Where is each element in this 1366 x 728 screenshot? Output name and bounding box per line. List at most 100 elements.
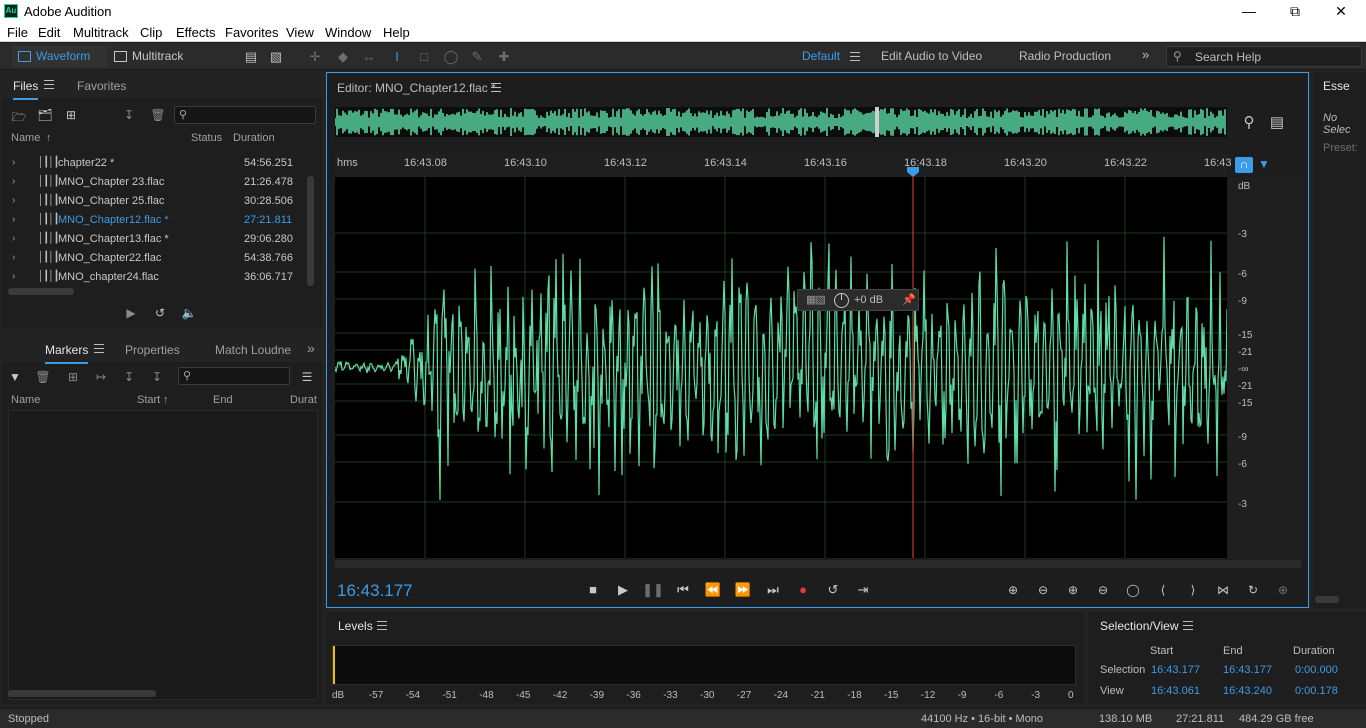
pause-button[interactable]: ❚❚ [642,581,664,599]
more-workspaces-icon[interactable]: » [1142,47,1149,62]
pin-icon[interactable]: ▼ [1257,157,1271,171]
tab-match-loudness[interactable]: Match Loudne [215,343,291,357]
playhead-handle[interactable] [907,167,919,177]
column-name[interactable]: Name [11,132,40,144]
selection-duration[interactable]: 0:00.000 [1295,664,1338,676]
file-row[interactable]: › │┃│┃ MNO_Chapter13.flac * 29:06.280 [6,230,306,249]
view-duration[interactable]: 0:00.178 [1295,685,1338,697]
tab-markers[interactable]: Markers [45,343,89,364]
markers-horizontal-scrollbar[interactable] [8,690,156,697]
workspace-default[interactable]: Default [802,49,840,63]
time-selection-tool-icon[interactable]: I [388,48,406,66]
file-row[interactable]: › │┃│┃ MNO_Chapter12.flac * 27:21.811 [6,211,306,230]
waveform-view-button[interactable]: Waveform [12,46,107,67]
waveform-overview[interactable] [334,107,1227,137]
zoom-to-out-point-icon[interactable]: ⟩ [1182,581,1204,599]
zoom-out-full-icon[interactable]: ◯ [1122,581,1144,599]
spectral-frequency-icon[interactable]: ▤ [242,48,260,66]
search-help-box[interactable]: ⚲ [1166,46,1362,67]
restore-button[interactable]: ⧉ [1272,0,1318,22]
insert-into-multitrack-icon[interactable]: ↧ [120,108,138,122]
menu-window[interactable]: Window [325,25,371,40]
spot-healing-icon[interactable]: ✚ [495,48,513,66]
search-help-input[interactable] [1195,49,1355,65]
current-time-display[interactable]: 16:43.177 [337,581,413,601]
zoom-out-amplitude-icon[interactable]: ⊖ [1032,581,1054,599]
files-horizontal-scrollbar[interactable] [8,288,74,295]
minimize-button[interactable]: — [1226,0,1272,22]
time-ruler[interactable]: hms 16:43.08 16:43.10 16:43.12 16:43.14 … [335,153,1232,177]
batch-process-icon[interactable]: ↧ [148,370,166,384]
column-duration[interactable]: Duration [233,132,275,144]
multitrack-view-button[interactable]: Multitrack [108,46,194,67]
filter-markers-icon[interactable]: ☰ [298,370,316,384]
waveform-display[interactable]: ▦▧ +0 dB 📌 [335,177,1227,558]
delete-marker-icon[interactable]: 🗑 [34,370,52,384]
more-tabs-icon[interactable]: » [307,340,315,356]
snap-icon[interactable]: ∩ [1235,157,1253,173]
loop-preview-icon[interactable]: ↺ [151,306,169,320]
expand-chevron-icon[interactable]: › [12,271,15,282]
tab-properties[interactable]: Properties [125,343,180,357]
markers-search-input[interactable]: ⚲ [178,367,290,385]
play-preview-icon[interactable]: ▶ [122,306,140,320]
spectral-pitch-icon[interactable]: ▧ [267,48,285,66]
open-file-icon[interactable]: 🗁 [10,108,28,124]
zoom-to-full-icon[interactable]: ⊕ [1272,581,1294,599]
fast-forward-button[interactable]: ⏩ [732,581,754,599]
column-marker-duration[interactable]: Durat [290,394,317,406]
next-button[interactable]: ⏭ [762,581,784,599]
view-start[interactable]: 16:43.061 [1151,685,1200,697]
zoom-to-in-point-icon[interactable]: ⟨ [1152,581,1174,599]
new-file-icon[interactable]: ⊞ [62,108,80,122]
tab-files[interactable]: Files [13,79,39,100]
column-marker-end[interactable]: End [213,394,233,406]
selection-end[interactable]: 16:43.177 [1223,664,1272,676]
editor-horizontal-scrollbar[interactable] [335,560,1301,568]
stop-button[interactable]: ■ [582,581,604,599]
workspace-radio-production[interactable]: Radio Production [1019,49,1111,63]
zoom-in-amplitude-icon[interactable]: ⊕ [1002,581,1024,599]
previous-button[interactable]: ⏮ [672,581,694,599]
panel-options-icon[interactable]: ▤ [1267,113,1287,131]
volume-hud[interactable]: ▦▧ +0 dB 📌 [797,289,919,311]
menu-view[interactable]: View [286,25,314,40]
view-end[interactable]: 16:43.240 [1223,685,1272,697]
markers-panel-menu-icon[interactable] [94,344,104,353]
files-panel-menu-icon[interactable] [44,80,54,89]
insert-into-playlist-icon[interactable]: ↦ [92,370,110,384]
zoom-to-selection-icon[interactable]: ⋈ [1212,581,1234,599]
menu-favorites[interactable]: Favorites [225,25,278,40]
files-vertical-scrollbar[interactable] [307,176,314,286]
marquee-tool-icon[interactable]: □ [415,48,433,66]
zoom-reset-icon[interactable]: ↻ [1242,581,1264,599]
column-marker-name[interactable]: Name [11,394,40,406]
expand-chevron-icon[interactable]: › [12,195,15,206]
menu-multitrack[interactable]: Multitrack [73,25,129,40]
workspace-edit-audio-to-video[interactable]: Edit Audio to Video [881,49,982,63]
file-row[interactable]: › │┃│┃ chapter22 * 54:56.251 [6,154,306,173]
autoplay-icon[interactable]: 🔈 [180,306,198,320]
menu-help[interactable]: Help [383,25,410,40]
zoom-to-selection-icon[interactable]: ⚲ [1239,113,1259,131]
menu-file[interactable]: File [7,25,28,40]
editor-menu-icon[interactable] [491,83,501,92]
file-row[interactable]: › │┃│┃ MNO_chapter24.flac 36:06.717 [6,268,306,287]
expand-chevron-icon[interactable]: › [12,176,15,187]
selection-view-menu-icon[interactable] [1183,621,1193,630]
levels-menu-icon[interactable] [377,621,387,630]
close-button[interactable]: ✕ [1318,0,1364,22]
hud-pin-icon[interactable]: 📌 [902,293,916,306]
import-file-icon[interactable]: 🗂 [36,108,54,122]
volume-knob[interactable] [834,293,849,308]
razor-tool-icon[interactable]: ◆ [334,48,352,66]
file-row[interactable]: › │┃│┃ MNO_Chapter22.flac 54:38.766 [6,249,306,268]
rewind-button[interactable]: ⏪ [702,581,724,599]
add-marker-icon[interactable]: ▼ [6,370,24,384]
expand-chevron-icon[interactable]: › [12,252,15,263]
export-markers-icon[interactable]: ↧ [120,370,138,384]
loop-playback-button[interactable]: ↺ [822,581,844,599]
delete-file-icon[interactable]: 🗑 [149,108,167,122]
merge-markers-icon[interactable]: ⊞ [64,370,82,384]
expand-chevron-icon[interactable]: › [12,233,15,244]
